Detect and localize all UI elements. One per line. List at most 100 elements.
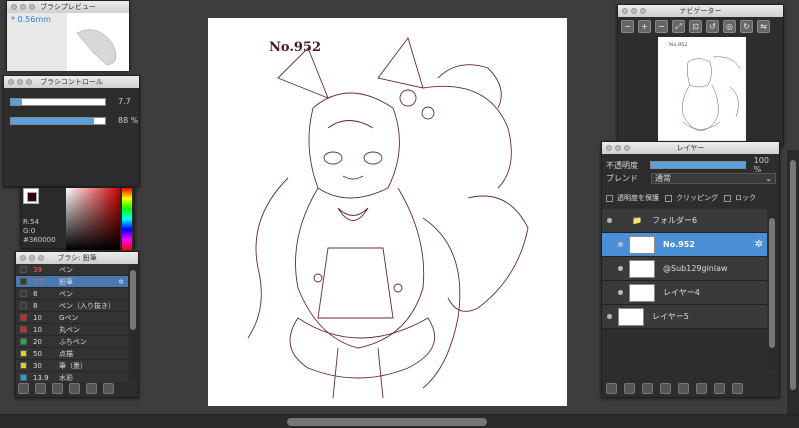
brush-preview-titlebar[interactable]: ブラシプレビュー — [7, 1, 129, 13]
layers-titlebar[interactable]: レイヤー — [602, 142, 779, 154]
delete-brush-icon[interactable] — [103, 383, 114, 394]
brush-name: Gペン — [59, 313, 79, 322]
brush-size: 50 — [33, 349, 42, 358]
brush-type-icon[interactable] — [52, 383, 63, 394]
close-button[interactable] — [11, 4, 17, 10]
layer-opacity-row: 不透明度 100 % — [606, 156, 779, 174]
new-halftone-layer-icon[interactable] — [624, 383, 635, 394]
zoom-button[interactable] — [29, 4, 35, 10]
new-folder-icon[interactable] — [678, 383, 689, 394]
zoom-in-icon[interactable]: + — [638, 20, 651, 33]
layer-opacity-fill — [650, 162, 745, 168]
zoom-decrease-icon[interactable]: − — [655, 20, 668, 33]
rotate-left-icon[interactable]: ↺ — [706, 20, 719, 33]
brush-folder-icon[interactable] — [86, 383, 97, 394]
layer-thumbnail — [629, 235, 655, 254]
layer-row[interactable]: レイヤー4 — [602, 281, 767, 305]
layer-row[interactable]: No.952 ✲ — [602, 233, 767, 257]
foreground-color-swatch[interactable] — [27, 192, 37, 202]
fit-screen-icon[interactable]: ⤢ — [672, 20, 685, 33]
layer-thumbnail — [618, 307, 644, 326]
canvas-vertical-scrollbar[interactable] — [787, 150, 799, 414]
minimize-button[interactable] — [615, 145, 621, 151]
size-slider[interactable] — [10, 97, 106, 106]
canvas-horizontal-scrollbar[interactable] — [0, 414, 799, 428]
close-button[interactable] — [8, 79, 14, 85]
brush-color-swatch — [20, 362, 27, 369]
navigator-panel: ナビゲーター − + − ⤢ ⊡ ↺ ◎ ↻ ⇋ No.952 — [617, 4, 784, 146]
brush-list-item[interactable]: 30 筆（墨） — [16, 360, 128, 372]
actual-size-icon[interactable]: ⊡ — [689, 20, 702, 33]
hue-slider[interactable] — [122, 188, 132, 250]
reset-rotation-icon[interactable]: ◎ — [723, 20, 736, 33]
brush-list-item[interactable]: 10 丸ペン — [16, 324, 128, 336]
zoom-button[interactable] — [38, 255, 44, 261]
blend-mode-select[interactable]: 通常 ⌄ — [651, 173, 776, 184]
minimize-button[interactable] — [29, 255, 35, 261]
gear-icon[interactable]: ✲ — [118, 278, 124, 286]
visibility-icon[interactable] — [618, 266, 623, 271]
navigator-preview[interactable]: No.952 — [658, 37, 746, 144]
close-button[interactable] — [606, 145, 612, 151]
brush-list-scrollbar[interactable] — [129, 266, 137, 380]
size-value: 7.7 — [118, 97, 131, 106]
close-button[interactable] — [20, 255, 26, 261]
layer-row[interactable]: レイヤー5 — [602, 305, 767, 329]
delete-layer-icon[interactable] — [732, 383, 743, 394]
new-brush-icon[interactable] — [35, 383, 46, 394]
brush-list-panel: ブラシ: 鉛筆 39 ペン 7.7 鉛筆 ✲ 8 ペン 8 ペン（入り抜き） 10 Gペン 10 丸ペン… — [15, 251, 139, 398]
close-button[interactable] — [622, 8, 628, 14]
brush-list[interactable]: 39 ペン 7.7 鉛筆 ✲ 8 ペン 8 ペン（入り抜き） 10 Gペン 10 丸ペン 20 ふちペン 50… — [16, 264, 128, 382]
layer-list-scrollbar[interactable] — [768, 214, 776, 369]
zoom-out-icon[interactable]: − — [621, 20, 634, 33]
brush-list-item[interactable]: 7.7 鉛筆 ✲ — [16, 276, 128, 288]
vertical-scroll-thumb[interactable] — [790, 160, 796, 390]
visibility-icon[interactable] — [618, 242, 623, 247]
lock-checkbox[interactable] — [724, 194, 731, 202]
visibility-icon[interactable] — [618, 290, 623, 295]
brush-list-item[interactable]: 20 ふちペン — [16, 336, 128, 348]
navigator-titlebar[interactable]: ナビゲーター — [618, 5, 783, 17]
horizontal-scroll-thumb[interactable] — [287, 418, 487, 426]
new-layer-icon[interactable] — [606, 383, 617, 394]
zoom-button[interactable] — [624, 145, 630, 151]
flip-horizontal-icon[interactable]: ⇋ — [757, 20, 770, 33]
minimize-button[interactable] — [17, 79, 23, 85]
brush-list-item[interactable]: 8 ペン（入り抜き） — [16, 300, 128, 312]
layer-row[interactable]: @Sub129ginlaw — [602, 257, 767, 281]
brush-list-scroll-thumb[interactable] — [130, 270, 136, 330]
brush-color-swatch — [20, 326, 27, 333]
brush-settings-icon[interactable] — [18, 383, 29, 394]
visibility-icon[interactable] — [607, 314, 612, 319]
brush-list-item[interactable]: 13.9 水彩 — [16, 372, 128, 382]
gear-icon[interactable]: ✲ — [755, 239, 763, 250]
drawing-canvas[interactable]: No.952 — [208, 18, 567, 406]
brush-file-icon[interactable] — [69, 383, 80, 394]
brush-list-item[interactable]: 10 Gペン — [16, 312, 128, 324]
brush-list-item[interactable]: 39 ペン — [16, 264, 128, 276]
layer-list[interactable]: 📁 フォルダー6 No.952 ✲ @Sub129ginlaw レイヤー4 レイヤー5 — [602, 209, 767, 372]
layer-row[interactable]: 📁 フォルダー6 — [602, 209, 767, 233]
zoom-button[interactable] — [26, 79, 32, 85]
opacity-slider[interactable] — [10, 116, 106, 125]
layer-list-scroll-thumb[interactable] — [769, 218, 775, 348]
layer-opacity-slider[interactable] — [649, 161, 746, 169]
brush-list-item[interactable]: 8 ペン — [16, 288, 128, 300]
layer-toolbar — [606, 383, 743, 394]
minimize-button[interactable] — [20, 4, 26, 10]
new-8bit-layer-icon[interactable] — [642, 383, 653, 394]
layer-type-menu-icon[interactable] — [660, 383, 671, 394]
visibility-icon[interactable] — [607, 218, 612, 223]
duplicate-layer-icon[interactable] — [696, 383, 707, 394]
protect-alpha-checkbox[interactable] — [606, 194, 613, 202]
brush-control-titlebar[interactable]: ブラシコントロール — [4, 76, 139, 88]
rotate-right-icon[interactable]: ↻ — [740, 20, 753, 33]
color-saturation-picker[interactable] — [66, 188, 120, 250]
merge-layer-icon[interactable] — [714, 383, 725, 394]
brush-list-item[interactable]: 50 点描 — [16, 348, 128, 360]
clipping-checkbox[interactable] — [665, 194, 672, 202]
zoom-button[interactable] — [640, 8, 646, 14]
brush-list-titlebar[interactable]: ブラシ: 鉛筆 — [16, 252, 138, 264]
minimize-button[interactable] — [631, 8, 637, 14]
brush-color-swatch — [20, 302, 27, 309]
